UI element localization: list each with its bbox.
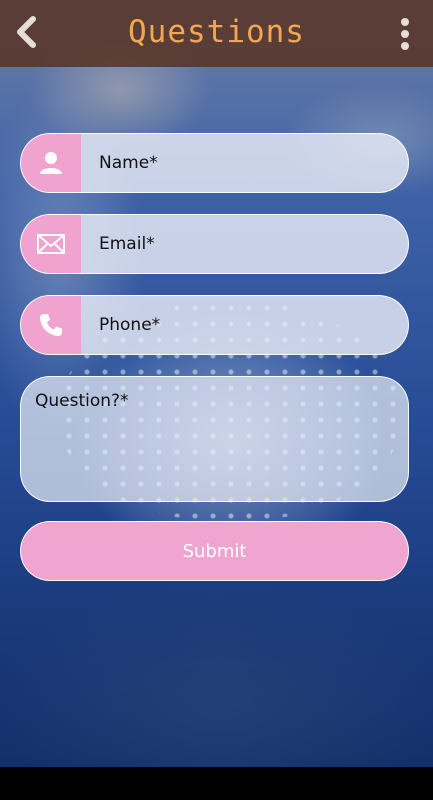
envelope-icon <box>37 234 65 254</box>
email-field[interactable]: Email* <box>20 214 409 274</box>
phone-icon-box <box>21 296 81 354</box>
app-header: Questions <box>0 0 433 67</box>
overflow-menu-button[interactable] <box>395 16 415 52</box>
bottom-bar <box>0 767 433 800</box>
page-title: Questions <box>128 14 305 50</box>
question-textarea[interactable]: Question?* <box>20 376 409 502</box>
name-field[interactable]: Name* <box>20 133 409 193</box>
name-placeholder: Name* <box>99 153 158 173</box>
phone-placeholder: Phone* <box>99 315 161 335</box>
email-icon-box <box>21 215 81 273</box>
phone-icon <box>40 314 62 336</box>
email-placeholder: Email* <box>99 234 155 254</box>
question-placeholder: Question?* <box>35 391 129 411</box>
phone-field[interactable]: Phone* <box>20 295 409 355</box>
submit-button[interactable]: Submit <box>20 521 409 581</box>
name-icon-box <box>21 134 81 192</box>
more-vertical-icon <box>401 18 409 26</box>
user-icon <box>40 152 62 174</box>
